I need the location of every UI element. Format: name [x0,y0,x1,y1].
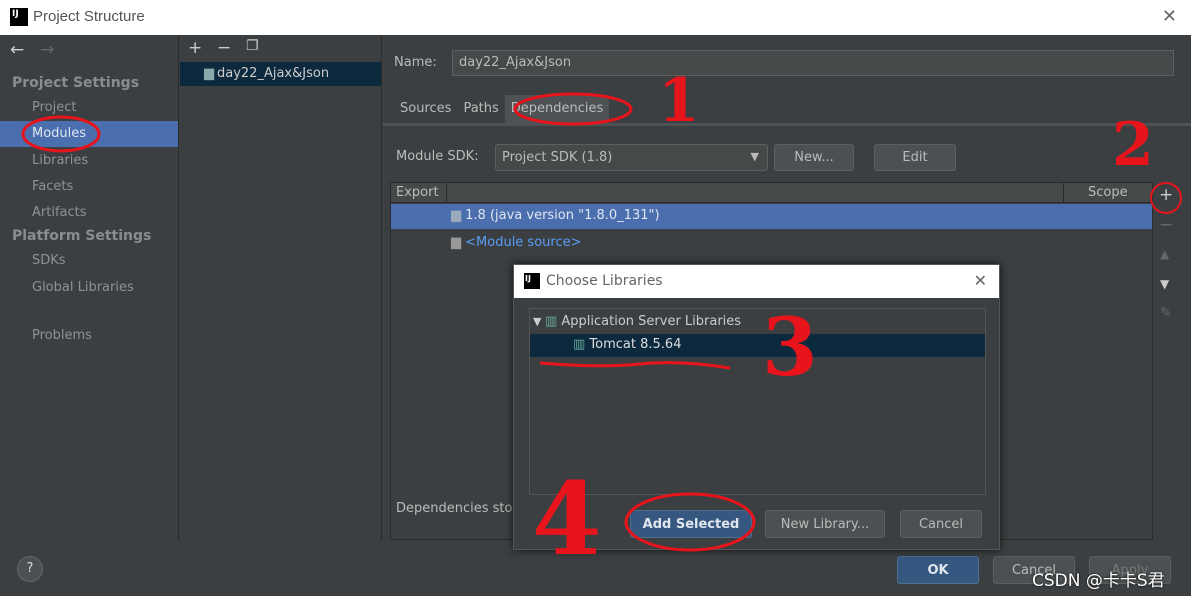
annotation-2: 2 [1112,110,1154,180]
annotation-circle-add [1150,182,1182,214]
annotation-1: 1 [658,66,700,136]
annotation-circle-add-selected [624,492,756,552]
annotation-underline [539,361,731,370]
annotation-circle-dependencies [513,92,633,126]
annotation-4: 4 [532,460,602,578]
annotation-circle-modules [21,115,101,153]
annotation-3: 3 [762,300,818,394]
